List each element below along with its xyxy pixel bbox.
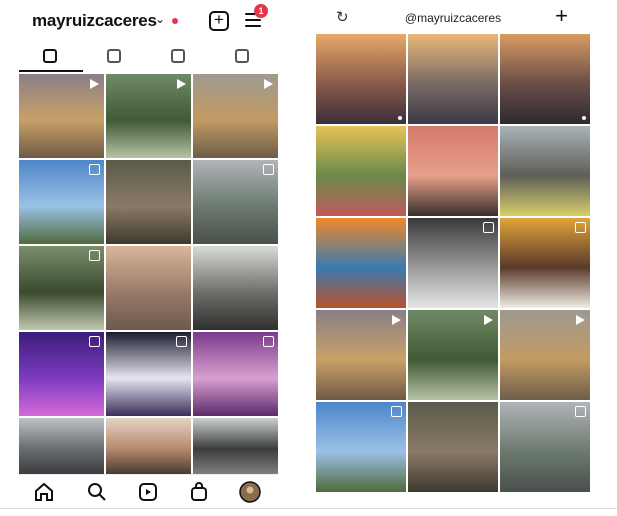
tagged-icon xyxy=(235,49,249,63)
play-icon xyxy=(264,79,273,89)
carousel-icon xyxy=(89,250,100,261)
planner-post-tile[interactable] xyxy=(408,402,498,492)
tab-tagged[interactable] xyxy=(211,42,275,72)
planner-post-tile[interactable] xyxy=(408,126,498,216)
planner-post-tile[interactable] xyxy=(316,34,406,124)
planner-post-grid xyxy=(316,34,590,492)
tab-reels[interactable] xyxy=(83,42,147,72)
indicator-dot xyxy=(398,116,402,120)
profile-post-tile[interactable] xyxy=(106,246,191,330)
profile-post-tile[interactable] xyxy=(106,74,191,158)
profile-post-tile[interactable] xyxy=(193,74,278,158)
profile-post-tile[interactable] xyxy=(193,246,278,330)
profile-post-tile[interactable] xyxy=(193,418,278,474)
reels-icon[interactable] xyxy=(137,481,159,503)
shop-icon[interactable] xyxy=(188,481,210,503)
planner-post-tile[interactable] xyxy=(408,310,498,400)
carousel-icon xyxy=(575,406,586,417)
planner-post-tile[interactable] xyxy=(316,310,406,400)
profile-tabs xyxy=(19,42,277,72)
profile-post-tile[interactable] xyxy=(193,332,278,416)
profile-header: mayruizcaceres ⌄ + 1 xyxy=(19,0,277,40)
carousel-icon xyxy=(176,336,187,347)
planner-header: ↻ @mayruizcaceres + xyxy=(316,0,590,34)
plus-icon[interactable]: + xyxy=(555,4,568,28)
profile-post-tile[interactable] xyxy=(106,160,191,244)
carousel-icon xyxy=(89,164,100,175)
profile-post-grid xyxy=(19,74,278,502)
instagram-profile-panel: mayruizcaceres ⌄ + 1 xyxy=(19,0,278,507)
profile-post-tile[interactable] xyxy=(19,74,104,158)
bottom-navigation xyxy=(19,474,277,507)
grid-icon xyxy=(43,49,57,63)
profile-post-tile[interactable] xyxy=(19,418,104,474)
planner-post-tile[interactable] xyxy=(408,34,498,124)
planner-post-tile[interactable] xyxy=(316,402,406,492)
profile-post-tile[interactable] xyxy=(19,160,104,244)
planner-post-tile[interactable] xyxy=(500,126,590,216)
play-icon xyxy=(90,79,99,89)
carousel-icon xyxy=(391,406,402,417)
profile-username[interactable]: mayruizcaceres xyxy=(32,11,157,31)
profile-post-tile[interactable] xyxy=(106,332,191,416)
planner-post-tile[interactable] xyxy=(408,218,498,308)
play-icon xyxy=(392,315,401,325)
tab-grid[interactable] xyxy=(19,42,83,72)
play-icon xyxy=(576,315,585,325)
planner-post-tile[interactable] xyxy=(316,126,406,216)
notification-badge: 1 xyxy=(254,4,268,18)
notification-dot xyxy=(172,18,178,24)
carousel-icon xyxy=(575,222,586,233)
tab-igtv[interactable] xyxy=(147,42,211,72)
bottom-divider xyxy=(0,508,617,509)
planner-post-tile[interactable] xyxy=(500,310,590,400)
home-icon[interactable] xyxy=(33,481,55,503)
carousel-icon xyxy=(483,222,494,233)
profile-avatar[interactable] xyxy=(239,481,261,503)
profile-post-tile[interactable] xyxy=(106,418,191,474)
profile-post-tile[interactable] xyxy=(19,332,104,416)
chevron-down-icon[interactable]: ⌄ xyxy=(155,12,165,26)
reels-icon xyxy=(107,49,121,63)
igtv-icon xyxy=(171,49,185,63)
indicator-dot xyxy=(582,116,586,120)
carousel-icon xyxy=(263,164,274,175)
planner-post-tile[interactable] xyxy=(500,402,590,492)
planner-handle: @mayruizcaceres xyxy=(404,11,502,25)
planner-post-tile[interactable] xyxy=(500,34,590,124)
play-icon xyxy=(484,315,493,325)
carousel-icon xyxy=(263,336,274,347)
planner-post-tile[interactable] xyxy=(316,218,406,308)
profile-post-tile[interactable] xyxy=(19,246,104,330)
new-post-icon[interactable]: + xyxy=(209,10,229,31)
profile-post-tile[interactable] xyxy=(193,160,278,244)
carousel-icon xyxy=(89,336,100,347)
search-icon[interactable] xyxy=(86,481,108,503)
planner-post-tile[interactable] xyxy=(500,218,590,308)
grid-planner-panel: ↻ @mayruizcaceres + xyxy=(316,0,590,492)
play-icon xyxy=(177,79,186,89)
